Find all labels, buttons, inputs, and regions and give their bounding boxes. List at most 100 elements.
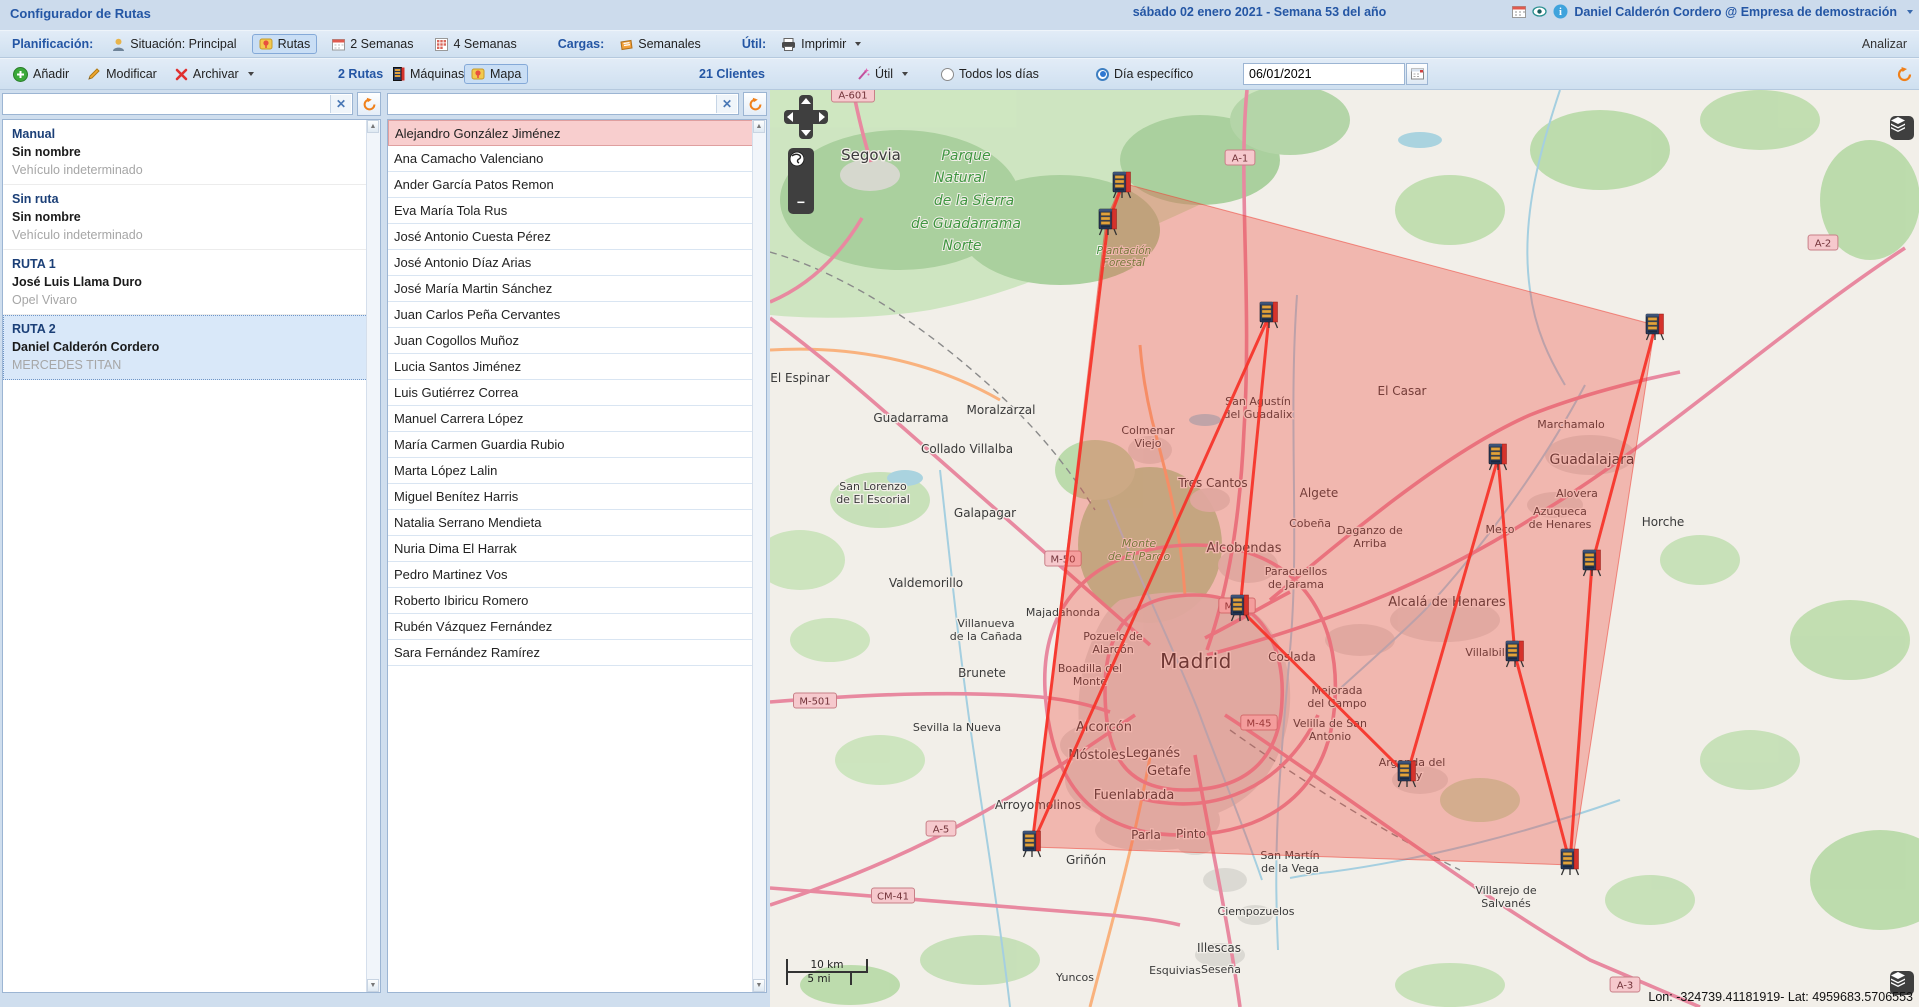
analizar-button[interactable]: Analizar — [1862, 37, 1907, 51]
pencil-icon — [87, 67, 101, 81]
clients-search-input[interactable] — [388, 94, 716, 114]
client-row[interactable]: Juan Carlos Peña Cervantes — [388, 302, 766, 328]
vending-machine-icon — [393, 67, 405, 81]
svg-text:Villanueva: Villanueva — [957, 617, 1014, 630]
svg-text:A-601: A-601 — [838, 91, 867, 102]
svg-text:de Guadarrama: de Guadarrama — [911, 216, 1021, 232]
client-row[interactable]: Lucia Santos Jiménez — [388, 354, 766, 380]
svg-text:Yuncos: Yuncos — [1055, 971, 1094, 984]
map-canvas[interactable]: A-601AP-61A-1A-2M-501M-50M-11M-45A-5CM-4… — [770, 90, 1919, 1007]
rutas-tab[interactable]: Rutas — [252, 34, 318, 54]
svg-text:Seseña: Seseña — [1201, 963, 1241, 976]
client-row[interactable]: Miguel Benítez Harris — [388, 484, 766, 510]
date-info: sábado 02 enero 2021 - Semana 53 del año — [1133, 5, 1387, 19]
pan-right-icon — [819, 112, 825, 122]
window-header: Configurador de Rutas sábado 02 enero 20… — [0, 0, 1919, 30]
svg-text:Salvanés: Salvanés — [1481, 897, 1531, 910]
route-item[interactable]: Sin rutaSin nombreVehículo indeterminado — [3, 185, 380, 250]
dos-semanas-button[interactable]: 2 Semanas — [325, 34, 420, 54]
eye-icon[interactable] — [1532, 5, 1547, 18]
scale-mi: 5 mi — [786, 973, 852, 985]
refresh-icon[interactable] — [1896, 66, 1913, 83]
map-pin-icon — [471, 67, 485, 81]
scroll-up-icon[interactable]: ▲ — [367, 120, 379, 133]
dia-especifico-radio[interactable] — [1096, 68, 1109, 81]
magic-wand-icon — [856, 67, 870, 81]
svg-text:Villarejo de: Villarejo de — [1475, 884, 1537, 897]
svg-text:de la Sierra: de la Sierra — [934, 193, 1014, 209]
semanales-button[interactable]: Semanales — [612, 34, 708, 54]
svg-text:A-1: A-1 — [1232, 154, 1249, 165]
client-row[interactable]: Pedro Martinez Vos — [388, 562, 766, 588]
util-menu-button[interactable]: Útil — [849, 64, 915, 84]
clients-scrollbar[interactable]: ▲ ▼ — [752, 120, 766, 992]
zoom-out-button[interactable]: − — [788, 192, 814, 212]
routes-search-input[interactable] — [3, 94, 330, 114]
client-row[interactable]: Marta López Lalin — [388, 458, 766, 484]
scroll-up-icon[interactable]: ▲ — [753, 120, 765, 133]
route-overlay — [1032, 183, 1655, 865]
client-row[interactable]: Natalia Serrano Mendieta — [388, 510, 766, 536]
maquinas-button[interactable]: Máquinas — [386, 64, 471, 84]
client-row[interactable]: Sara Fernández Ramírez — [388, 640, 766, 666]
client-row[interactable]: José María Martin Sánchez — [388, 276, 766, 302]
route-item[interactable]: RUTA 2Daniel Calderón CorderoMERCEDES TI… — [3, 315, 380, 380]
cuatro-semanas-button[interactable]: 4 Semanas — [428, 34, 523, 54]
client-row[interactable]: Ander García Patos Remon — [388, 172, 766, 198]
client-row[interactable]: Rubén Vázquez Fernández — [388, 614, 766, 640]
svg-text:de la Vega: de la Vega — [1261, 862, 1319, 875]
clear-search-icon[interactable]: ✕ — [716, 95, 737, 113]
map-layers-button-top[interactable] — [1890, 116, 1914, 140]
svg-text:Esquivias: Esquivias — [1149, 964, 1201, 977]
client-row[interactable]: Juan Cogollos Muñoz — [388, 328, 766, 354]
client-row[interactable]: José Antonio Díaz Arias — [388, 250, 766, 276]
scroll-down-icon[interactable]: ▼ — [753, 979, 765, 992]
globe-icon[interactable] — [788, 168, 814, 192]
modificar-button[interactable]: Modificar — [80, 64, 164, 84]
situacion-button[interactable]: Situación: Principal — [105, 34, 243, 54]
clients-list: Alejandro González JiménezAna Camacho Va… — [387, 119, 767, 993]
routes-scrollbar[interactable]: ▲ ▼ — [366, 120, 380, 992]
client-row[interactable]: Luis Gutiérrez Correa — [388, 380, 766, 406]
svg-text:Ciempozuelos: Ciempozuelos — [1218, 905, 1295, 918]
client-row[interactable]: Ana Camacho Valenciano — [388, 146, 766, 172]
routes-refresh-button[interactable] — [357, 92, 381, 116]
client-row[interactable]: José Antonio Cuesta Pérez — [388, 224, 766, 250]
clients-refresh-button[interactable] — [743, 92, 767, 116]
imprimir-button[interactable]: Imprimir — [774, 34, 868, 54]
info-icon[interactable]: i — [1553, 4, 1568, 19]
pan-down-icon — [801, 130, 811, 136]
svg-text:A-2: A-2 — [1815, 239, 1832, 250]
client-row[interactable]: Manuel Carrera López — [388, 406, 766, 432]
svg-text:A-3: A-3 — [1617, 981, 1634, 992]
route-item[interactable]: RUTA 1José Luis Llama DuroOpel Vivaro — [3, 250, 380, 315]
add-icon — [13, 67, 28, 82]
todos-los-dias-radio[interactable] — [941, 68, 954, 81]
route-item[interactable]: ManualSin nombreVehículo indeterminado — [3, 120, 380, 185]
mapa-tab[interactable]: Mapa — [464, 64, 528, 84]
vending-machine-marker — [1023, 831, 1041, 857]
map-pan-control[interactable] — [784, 95, 828, 139]
clear-search-icon[interactable]: ✕ — [330, 95, 351, 113]
date-input[interactable] — [1243, 63, 1405, 85]
user-menu-caret-icon[interactable] — [1907, 10, 1913, 14]
client-row[interactable]: Alejandro González Jiménez — [388, 120, 766, 146]
calendar-icon[interactable] — [1512, 5, 1526, 18]
cargas-label: Cargas: — [558, 37, 605, 51]
svg-text:Galapagar: Galapagar — [954, 506, 1016, 520]
user-menu[interactable]: Daniel Calderón Cordero @ Empresa de dem… — [1574, 5, 1897, 19]
anadir-button[interactable]: Añadir — [6, 64, 76, 85]
client-row[interactable]: Nuria Dima El Harrak — [388, 536, 766, 562]
actions-toolbar: Añadir Modificar Archivar 2 Rutas Máquin… — [0, 58, 1919, 90]
date-picker-button[interactable] — [1406, 63, 1428, 85]
svg-text:Illescas: Illescas — [1197, 941, 1241, 955]
map-zoom-control[interactable]: + − — [788, 148, 814, 214]
svg-text:CM-41: CM-41 — [877, 892, 909, 903]
client-row[interactable]: María Carmen Guardia Rubio — [388, 432, 766, 458]
clients-panel: ✕ Alejandro González JiménezAna Camacho … — [387, 92, 767, 993]
scroll-down-icon[interactable]: ▼ — [367, 979, 379, 992]
client-row[interactable]: Eva María Tola Rus — [388, 198, 766, 224]
client-row[interactable]: Roberto Ibiricu Romero — [388, 588, 766, 614]
archivar-button[interactable]: Archivar — [168, 64, 261, 84]
util-label: Útil: — [742, 37, 766, 51]
